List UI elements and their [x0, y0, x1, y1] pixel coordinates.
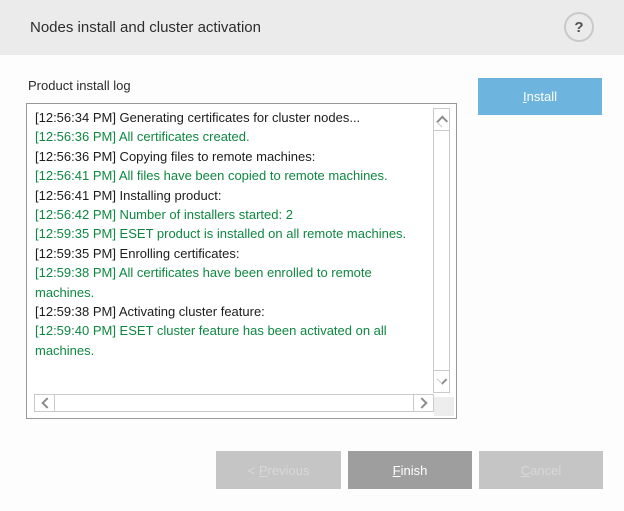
previous-button: < Previous [216, 451, 341, 489]
log-entry: [12:56:41 PM] Installing product: [35, 186, 426, 205]
chevron-right-icon [416, 397, 427, 408]
product-install-log-box[interactable]: [12:56:34 PM] Generating certificates fo… [26, 103, 457, 419]
log-entry: [12:56:36 PM] Copying files to remote ma… [35, 147, 426, 166]
install-button[interactable]: Install [478, 78, 602, 115]
scroll-right-button[interactable] [413, 395, 433, 411]
log-entry: [12:56:34 PM] Generating certificates fo… [35, 108, 426, 127]
chevron-up-icon [435, 115, 447, 127]
help-button[interactable]: ? [564, 12, 594, 42]
log-entry: [12:59:40 PM] ESET cluster feature has b… [35, 321, 426, 360]
question-mark-icon: ? [574, 20, 583, 35]
log-entry: [12:56:36 PM] All certificates created. [35, 127, 426, 146]
scroll-left-button[interactable] [35, 395, 55, 411]
horizontal-scrollbar[interactable] [34, 394, 434, 412]
log-entry: [12:59:38 PM] All certificates have been… [35, 263, 426, 302]
log-label: Product install log [28, 78, 131, 93]
dialog-header: Nodes install and cluster activation ? [0, 0, 624, 55]
log-entry: [12:56:42 PM] Number of installers start… [35, 205, 426, 224]
finish-button[interactable]: Finish [348, 451, 472, 489]
log-entry: [12:59:35 PM] ESET product is installed … [35, 224, 426, 243]
scrollbar-corner [434, 397, 454, 416]
log-content: [12:56:34 PM] Generating certificates fo… [35, 108, 426, 390]
scroll-down-button[interactable] [434, 370, 449, 392]
log-entry: [12:59:35 PM] Enrolling certificates: [35, 244, 426, 263]
log-entry: [12:56:41 PM] All files have been copied… [35, 166, 426, 185]
vertical-scrollbar[interactable] [433, 108, 450, 393]
chevron-down-icon [436, 374, 447, 385]
page-title: Nodes install and cluster activation [30, 0, 261, 55]
chevron-left-icon [41, 397, 52, 408]
cancel-button: Cancel [479, 451, 603, 489]
log-entry: [12:59:38 PM] Activating cluster feature… [35, 302, 426, 321]
dialog-window: Nodes install and cluster activation ? P… [0, 0, 624, 511]
scroll-up-button[interactable] [434, 109, 449, 131]
